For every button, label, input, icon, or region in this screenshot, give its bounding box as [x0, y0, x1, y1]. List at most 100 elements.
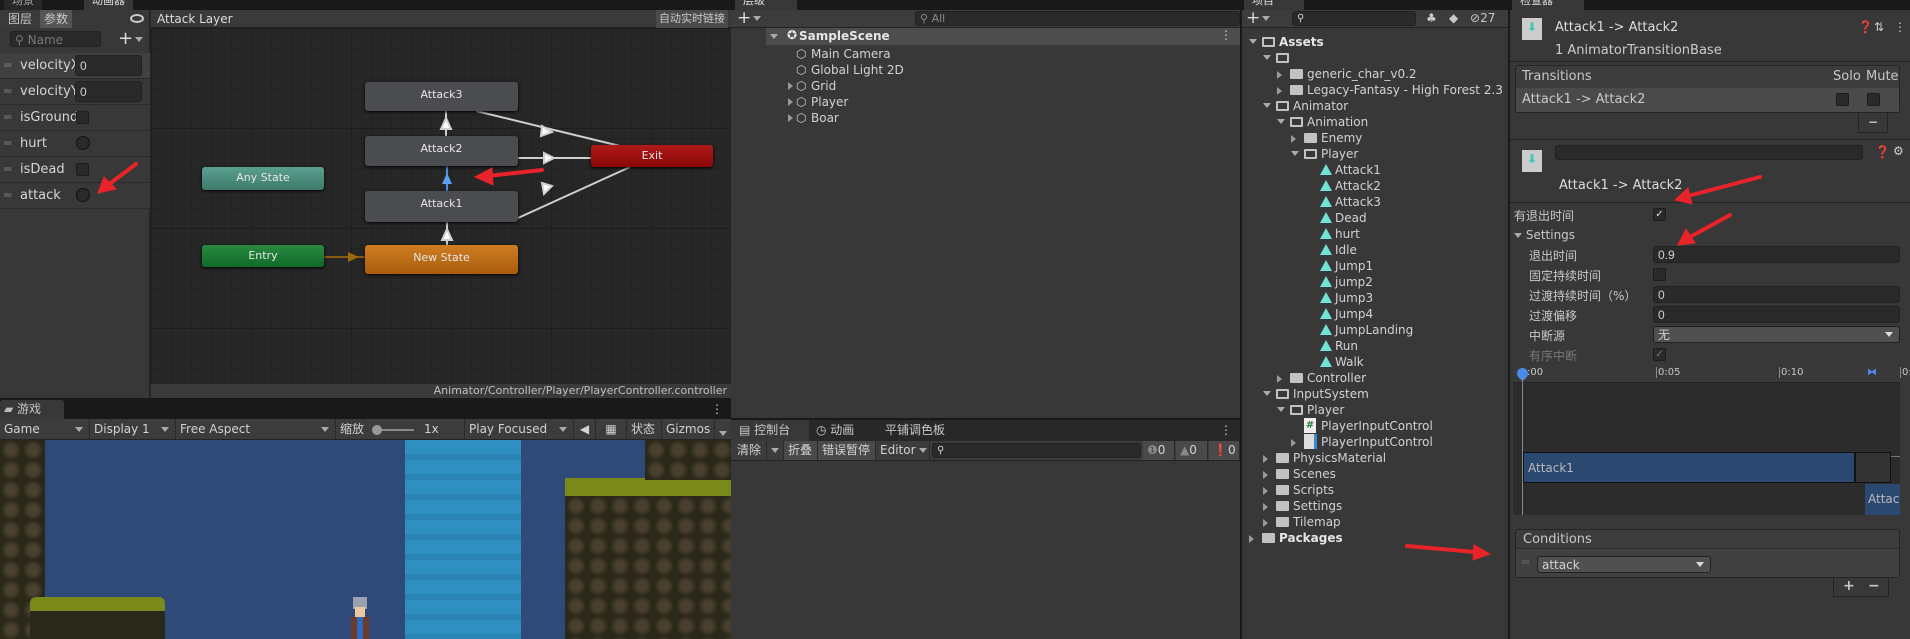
gizmos-dropdown[interactable] [715, 419, 731, 439]
project-tree-item[interactable]: PlayerInputControl [1242, 434, 1508, 450]
state-attack1[interactable]: Attack1 [365, 191, 518, 222]
project-tree-item[interactable]: Dead [1242, 210, 1508, 226]
condition-row[interactable]: ═ attack [1516, 548, 1899, 577]
error-count-toggle[interactable]: ❗0 [1209, 441, 1240, 460]
project-tree-item[interactable]: PhysicsMaterial [1242, 450, 1508, 466]
project-tree-item[interactable]: Jump1 [1242, 258, 1508, 274]
add-condition-button[interactable]: + [1843, 578, 1855, 594]
project-tree-item[interactable]: Tilemap [1242, 514, 1508, 530]
drag-handle-icon[interactable]: ═ [1522, 555, 1529, 569]
chevron-down-icon[interactable] [1291, 151, 1299, 156]
transition-duration-input[interactable] [1653, 286, 1900, 303]
gizmos-button[interactable]: Gizmos [662, 419, 715, 439]
console-log-area[interactable] [731, 461, 1240, 639]
settings-foldout[interactable]: Settings [1514, 228, 1575, 242]
project-tree-item[interactable]: generic_char_v0.2 [1242, 66, 1508, 82]
grid-icon[interactable]: ▦ [596, 419, 627, 439]
has-exit-time-checkbox[interactable]: ✓ [1653, 208, 1666, 221]
mute-checkbox[interactable] [1867, 93, 1880, 106]
chevron-right-icon[interactable] [1263, 471, 1268, 479]
state-exit[interactable]: Exit [591, 145, 713, 167]
transition-attack1-exit[interactable] [517, 166, 631, 219]
project-tree-item[interactable]: Player [1242, 146, 1508, 162]
project-tree-item[interactable]: Scripts [1242, 482, 1508, 498]
project-tree-item[interactable]: Assets [1242, 34, 1508, 50]
chevron-right-icon[interactable] [788, 82, 793, 90]
project-tree-item[interactable]: Scenes [1242, 466, 1508, 482]
hierarchy-item[interactable]: ⬡ Player [766, 94, 1240, 110]
project-tree-item[interactable]: Attack1 [1242, 162, 1508, 178]
chevron-right-icon[interactable] [788, 98, 793, 106]
project-tree-item[interactable]: Animator [1242, 98, 1508, 114]
project-tree-item[interactable]: Enemy [1242, 130, 1508, 146]
chevron-right-icon[interactable] [1263, 455, 1268, 463]
hidden-packages-toggle[interactable]: ⊘27 [1470, 11, 1495, 25]
project-tree-item[interactable]: Attack3 [1242, 194, 1508, 210]
tab-game[interactable]: ▰ 游戏 [0, 400, 64, 419]
chevron-right-icon[interactable] [1263, 487, 1268, 495]
filter-by-type-icon[interactable]: ♣ [1426, 11, 1437, 25]
project-tree-item[interactable]: Idle [1242, 242, 1508, 258]
chevron-down-icon[interactable] [770, 34, 778, 39]
help-icon[interactable]: ❓ [1875, 145, 1890, 159]
chevron-down-icon[interactable] [1263, 55, 1271, 60]
preset-icon[interactable]: ⇅ [1874, 20, 1884, 34]
more-options-icon[interactable]: ⋮ [1894, 20, 1906, 34]
hierarchy-item[interactable]: ⬡ Main Camera [766, 46, 1240, 62]
audio-icon[interactable]: ◀ [574, 419, 596, 439]
condition-parameter-dropdown[interactable]: attack [1537, 556, 1711, 573]
collapse-button[interactable]: 折叠 [784, 441, 818, 460]
clip-from-bar[interactable]: Attack1 [1523, 452, 1855, 483]
state-attack2[interactable]: Attack2 [365, 136, 518, 166]
stats-button[interactable]: 状态 [627, 419, 662, 439]
warning-count-toggle[interactable]: ▲0 [1176, 441, 1208, 460]
transition-timeline[interactable]: :00 0:05 0:10 0: ⧓ Attack1 Attack2 [1513, 365, 1910, 515]
help-icon[interactable]: ❓ [1858, 20, 1873, 34]
exit-time-input[interactable] [1653, 246, 1900, 263]
project-tree-item[interactable]: Player [1242, 402, 1508, 418]
chevron-right-icon[interactable] [1277, 71, 1282, 79]
project-tree-item[interactable]: Jump3 [1242, 290, 1508, 306]
hierarchy-search-input[interactable]: ⚲ All [915, 11, 1240, 26]
scene-menu-icon[interactable]: ⋮ [1220, 28, 1232, 42]
transition-list-item[interactable]: Attack1 -> Attack2 [1516, 88, 1899, 112]
project-tree-item[interactable]: InputSystem [1242, 386, 1508, 402]
aspect-dropdown[interactable]: Free Aspect [176, 419, 336, 439]
chevron-down-icon[interactable] [1263, 391, 1271, 396]
remove-condition-button[interactable]: − [1868, 578, 1880, 594]
project-search-input[interactable]: ⚲ [1292, 11, 1416, 26]
console-search-input[interactable]: ⚲ [932, 443, 1141, 458]
transition-name-input[interactable] [1555, 145, 1863, 160]
clip-to-bar[interactable]: Attack2 [1865, 484, 1900, 515]
project-tree-item[interactable]: Animation [1242, 114, 1508, 130]
play-mode-dropdown[interactable]: Play Focused [465, 419, 574, 439]
project-tree-item[interactable]: Settings [1242, 498, 1508, 514]
project-tree-item[interactable]: Walk [1242, 354, 1508, 370]
hierarchy-item[interactable]: ⬡ Global Light 2D [766, 62, 1240, 78]
state-new-state[interactable]: New State [365, 245, 518, 274]
scene-row[interactable]: ✪ SampleScene ⋮ [766, 28, 1240, 45]
display-dropdown[interactable]: Display 1 [90, 419, 176, 439]
filter-by-label-icon[interactable]: ◆ [1449, 11, 1458, 25]
create-button[interactable]: + [1246, 8, 1271, 28]
project-tree-item[interactable]: hurt [1242, 226, 1508, 242]
error-pause-button[interactable]: 错误暂停 [818, 441, 876, 460]
fixed-duration-checkbox[interactable] [1653, 268, 1666, 281]
chevron-right-icon[interactable] [1249, 535, 1254, 543]
chevron-down-icon[interactable] [1263, 103, 1271, 108]
chevron-right-icon[interactable] [1263, 503, 1268, 511]
gear-icon[interactable]: ⚙ [1893, 144, 1904, 158]
chevron-right-icon[interactable] [1263, 519, 1268, 527]
game-mode-dropdown[interactable]: Game [0, 419, 90, 439]
log-count-toggle[interactable]: ❶0 [1143, 441, 1175, 460]
remove-transition-button[interactable]: − [1858, 113, 1888, 133]
interruption-source-dropdown[interactable]: 无 [1653, 326, 1900, 343]
chevron-right-icon[interactable] [1291, 135, 1296, 143]
solo-checkbox[interactable] [1836, 93, 1849, 106]
transition-markers[interactable]: ⧓ [1867, 367, 1877, 378]
state-any-state[interactable]: Any State [202, 167, 324, 190]
project-tree-item[interactable]: Attack2 [1242, 178, 1508, 194]
project-tree-item[interactable]: Run [1242, 338, 1508, 354]
project-tree-item[interactable]: # PlayerInputControl [1242, 418, 1508, 434]
chevron-right-icon[interactable] [788, 114, 793, 122]
